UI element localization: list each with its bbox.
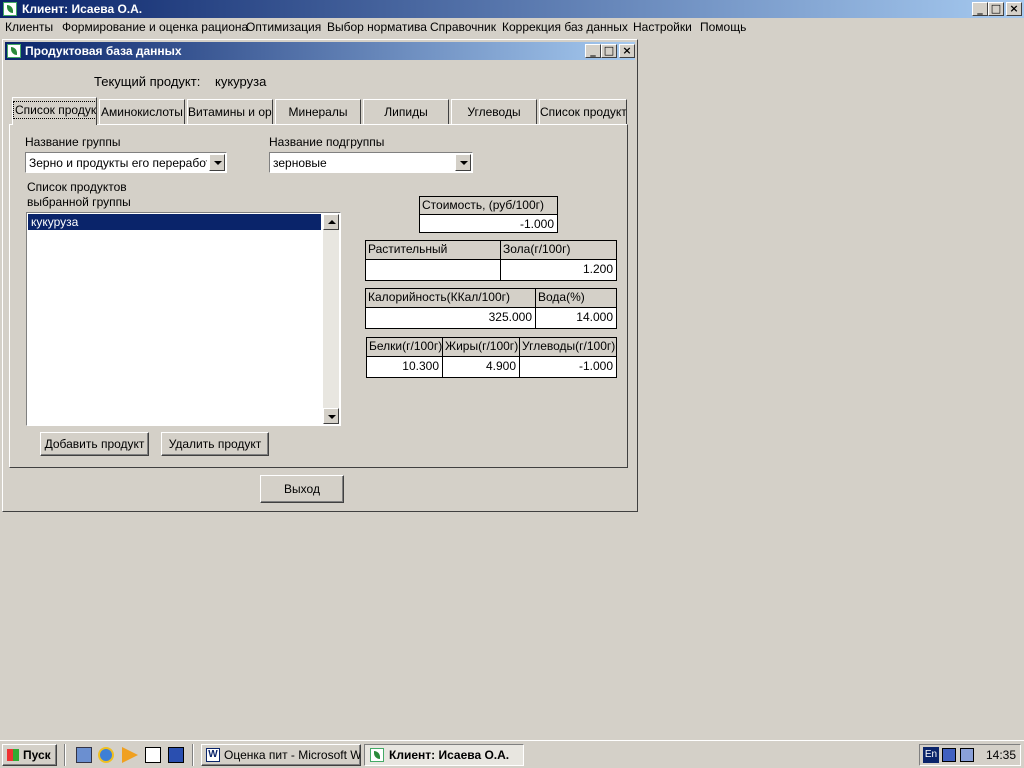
- origin-value[interactable]: [365, 259, 501, 281]
- dialog-minimize-icon[interactable]: _: [585, 44, 601, 58]
- cost-header: Стоимость, (руб/100г): [419, 196, 558, 215]
- current-product-value: кукуруза: [215, 74, 267, 89]
- minimize-icon[interactable]: _: [972, 2, 988, 16]
- main-title-bar: Клиент: Исаева О.А. _ □ ×: [0, 0, 1024, 18]
- ash-value[interactable]: 1.200: [500, 259, 617, 281]
- ash-header: Зола(г/100г): [500, 240, 617, 260]
- close-icon[interactable]: ×: [1006, 2, 1022, 16]
- taskbar-separator-2: [192, 744, 194, 766]
- list-scrollbar[interactable]: [323, 214, 339, 424]
- subgroup-label: Название подгруппы: [269, 135, 385, 149]
- subgroup-dropdown-button[interactable]: [455, 154, 471, 171]
- group-select[interactable]: Зерно и продукты его переработки: [25, 152, 227, 173]
- media-player-icon[interactable]: [122, 747, 138, 763]
- fat-header: Жиры(г/100г): [442, 337, 520, 357]
- delete-product-button[interactable]: Удалить продукт: [161, 432, 269, 456]
- fat-value[interactable]: 4.900: [442, 356, 520, 378]
- menu-bar: Клиенты Формирование и оценка рациона Оп…: [0, 18, 1024, 38]
- chevron-down-icon: [460, 161, 468, 165]
- subgroup-select[interactable]: зерновые: [269, 152, 473, 173]
- task-client[interactable]: Клиент: Исаева О.А.: [364, 744, 524, 766]
- clock[interactable]: 14:35: [986, 748, 1016, 762]
- dialog-maximize-icon[interactable]: □: [601, 44, 617, 58]
- water-header: Вода(%): [535, 288, 617, 308]
- calories-value[interactable]: 325.000: [365, 307, 536, 329]
- tray-app-icon[interactable]: [942, 748, 956, 762]
- menu-norm[interactable]: Выбор норматива: [327, 20, 427, 34]
- product-listbox[interactable]: кукуруза: [26, 212, 341, 426]
- product-list-label-2: выбранной группы: [27, 195, 131, 209]
- subgroup-select-value: зерновые: [273, 156, 327, 170]
- menu-clients[interactable]: Клиенты: [5, 20, 53, 34]
- tab-vitamins[interactable]: Витамины и органические кислоты: [187, 99, 273, 124]
- menu-help[interactable]: Помощь: [700, 20, 746, 34]
- list-item[interactable]: кукуруза: [28, 214, 321, 230]
- dialog-title-bar: Продуктовая база данных _ □ ×: [5, 42, 635, 60]
- scroll-up-button[interactable]: [323, 214, 339, 230]
- chevron-down-icon: [214, 161, 222, 165]
- calories-header: Калорийность(ККал/100г): [365, 288, 536, 308]
- tray-check-icon[interactable]: [960, 748, 974, 762]
- app-icon: [3, 2, 17, 16]
- carbs-header: Углеводы(г/100г): [519, 337, 617, 357]
- tab-amino-acids[interactable]: Аминокислоты: [99, 99, 185, 124]
- exit-button[interactable]: Выход: [260, 475, 344, 503]
- tab-carbs[interactable]: Углеводы: [451, 99, 537, 124]
- current-product-label: Текущий продукт:: [94, 74, 201, 89]
- chevron-down-icon: [328, 415, 336, 419]
- menu-reference[interactable]: Справочник: [430, 20, 496, 34]
- origin-header: Растительный: [365, 240, 501, 260]
- add-product-button[interactable]: Добавить продукт: [40, 432, 149, 456]
- chevron-up-icon: [328, 220, 336, 224]
- product-list-label-1: Список продуктов: [27, 180, 127, 194]
- tab-lipids[interactable]: Липиды: [363, 99, 449, 124]
- water-value[interactable]: 14.000: [535, 307, 617, 329]
- main-window-title: Клиент: Исаева О.А.: [22, 2, 143, 16]
- dialog-close-icon[interactable]: ×: [619, 44, 635, 58]
- cost-value[interactable]: -1.000: [419, 214, 558, 233]
- show-desktop-icon[interactable]: [76, 747, 92, 763]
- dialog-icon: [7, 44, 21, 58]
- protein-value[interactable]: 10.300: [366, 356, 443, 378]
- menu-db-correction[interactable]: Коррекция баз данных: [502, 20, 628, 34]
- scroll-down-button[interactable]: [323, 408, 339, 424]
- protein-header: Белки(г/100г): [366, 337, 443, 357]
- group-dropdown-button[interactable]: [209, 154, 225, 171]
- outlook-icon[interactable]: [145, 747, 161, 763]
- maximize-icon[interactable]: □: [988, 2, 1004, 16]
- carbs-value[interactable]: -1.000: [519, 356, 617, 378]
- dialog-title: Продуктовая база данных: [25, 44, 182, 58]
- menu-optimization[interactable]: Оптимизация: [246, 20, 321, 34]
- menu-settings[interactable]: Настройки: [633, 20, 692, 34]
- group-select-value: Зерно и продукты его переработки: [29, 156, 207, 170]
- tab-product-list[interactable]: Список продуктов: [12, 97, 97, 125]
- book-icon[interactable]: [168, 747, 184, 763]
- menu-diet[interactable]: Формирование и оценка рациона: [62, 20, 248, 34]
- language-indicator[interactable]: En: [923, 747, 939, 763]
- tab-product-list-2[interactable]: Список продуктов: [539, 99, 627, 124]
- task-word[interactable]: W Оценка пит - Microsoft W...: [201, 744, 361, 766]
- word-icon: W: [206, 748, 220, 762]
- system-tray: En 14:35: [919, 744, 1021, 766]
- taskbar-separator: [64, 744, 66, 766]
- ie-icon[interactable]: [98, 747, 114, 763]
- group-label: Название группы: [25, 135, 121, 149]
- start-button[interactable]: Пуск: [2, 744, 57, 766]
- tab-minerals[interactable]: Минералы: [275, 99, 361, 124]
- taskbar: Пуск W Оценка пит - Microsoft W... Клиен…: [0, 740, 1024, 768]
- client-app-icon: [370, 748, 384, 762]
- windows-logo-icon: [7, 749, 19, 761]
